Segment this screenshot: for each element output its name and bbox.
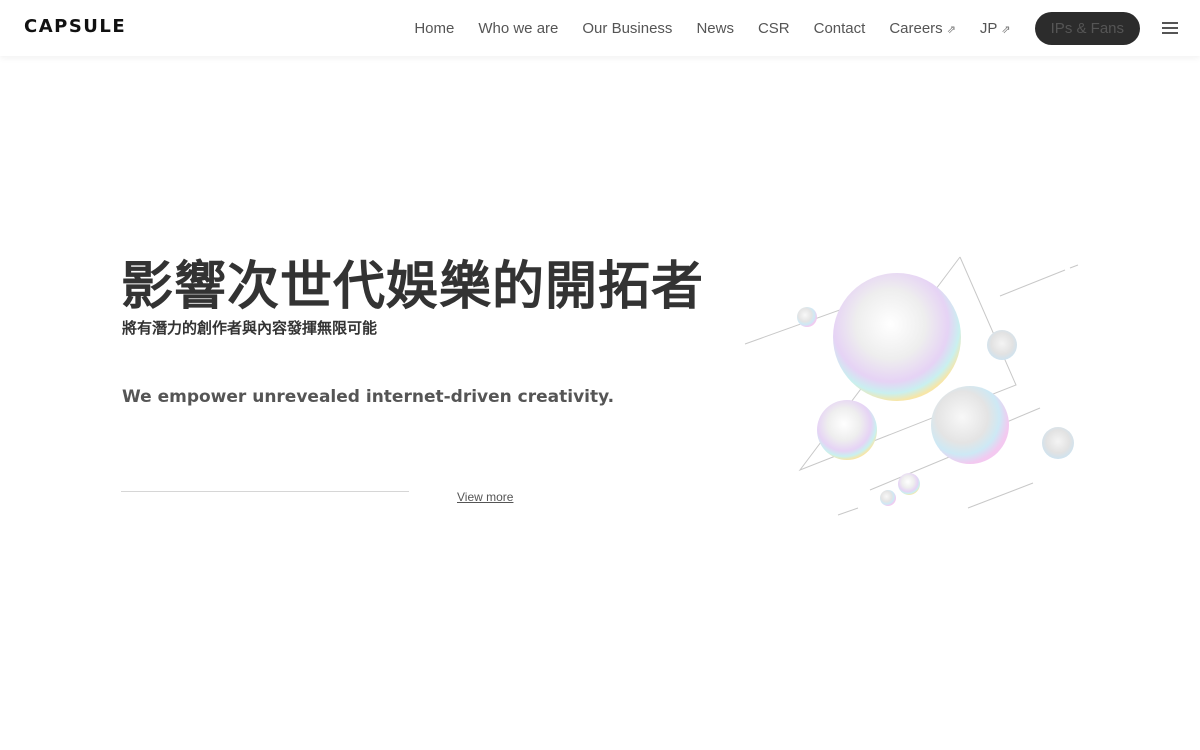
nav-home[interactable]: Home (414, 20, 454, 37)
main-nav: Home Who we are Our Business News CSR Co… (414, 0, 1178, 56)
nav-home-label: Home (414, 19, 455, 37)
nav-contact[interactable]: Contact (814, 20, 866, 37)
ips-and-fans-button[interactable]: IPs & Fans (1034, 11, 1140, 45)
hero-divider (121, 491, 409, 492)
iridescent-bubbles-illustration (744, 256, 1079, 516)
nav-news[interactable]: News (696, 20, 734, 37)
hero-tagline: We empower unrevealed internet-driven cr… (122, 387, 615, 407)
nav-news-label: News (696, 19, 734, 37)
hero-title: 影響次世代娛樂的開拓者 (121, 257, 705, 317)
external-link-icon: ⇗ (946, 23, 956, 36)
nav-csr-label: CSR (757, 19, 790, 37)
capsule-logo[interactable]: CAPSULE (24, 16, 126, 37)
nav-who-we-are-label: Who we are (478, 19, 559, 37)
nav-csr[interactable]: CSR (758, 20, 790, 37)
nav-contact-label: Contact (813, 19, 866, 37)
nav-our-business[interactable]: Our Business (582, 20, 672, 37)
hamburger-menu-icon[interactable] (1162, 22, 1178, 34)
view-more-link[interactable]: View more (457, 490, 513, 504)
nav-who-we-are[interactable]: Who we are (478, 20, 558, 37)
external-link-icon: ⇗ (1001, 23, 1011, 36)
nav-careers-label: Careers (889, 19, 943, 37)
nav-our-business-label: Our Business (582, 19, 673, 37)
hero-subtitle: 將有潛力的創作者與內容發揮無限可能 (122, 319, 378, 337)
nav-jp[interactable]: JP ⇗ (980, 20, 1011, 37)
nav-careers[interactable]: Careers ⇗ (889, 20, 956, 37)
site-header: CAPSULE Home Who we are Our Business New… (0, 0, 1200, 56)
nav-jp-label: JP (979, 19, 998, 37)
